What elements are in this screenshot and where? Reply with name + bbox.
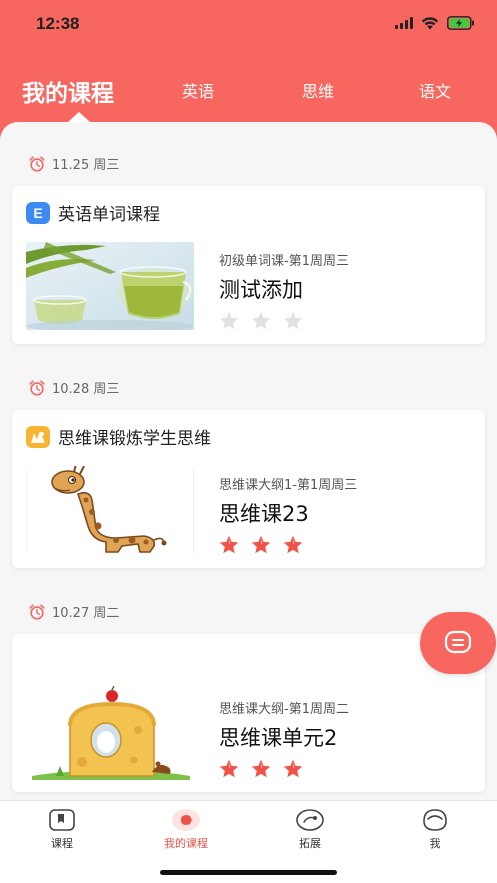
alarm-clock-icon bbox=[29, 379, 45, 396]
nav-expand-label: 拓展 bbox=[299, 837, 321, 850]
lesson-title: 测试添加 bbox=[219, 278, 303, 302]
star-empty-icon bbox=[251, 311, 271, 330]
star-empty-icon bbox=[219, 311, 239, 330]
lesson-title: 思维课单元2 bbox=[219, 726, 338, 750]
my-course-icon bbox=[172, 809, 200, 831]
star-filled-icon bbox=[219, 759, 239, 778]
star-filled-icon bbox=[283, 759, 303, 778]
nav-my-course-label: 我的课程 bbox=[164, 837, 208, 850]
course-icon bbox=[49, 809, 75, 831]
session-date: 10.28 周三 bbox=[28, 378, 119, 397]
lesson-card[interactable]: 思维课锻炼学生思维 思维课大纲1-第1周周三 思维课23 bbox=[12, 410, 485, 568]
star-filled-icon bbox=[219, 535, 239, 554]
expand-icon bbox=[296, 809, 324, 831]
tab-chinese[interactable]: 语文 bbox=[419, 78, 451, 102]
tab-english[interactable]: 英语 bbox=[182, 78, 214, 102]
tab-bar: 我的课程 英语 思维 语文 bbox=[0, 64, 497, 114]
lesson-card[interactable]: 思维课大纲-第1周周二 思维课单元2 bbox=[12, 634, 485, 792]
course-title: 思维课锻炼学生思维 bbox=[58, 429, 211, 449]
giraffe-image bbox=[26, 466, 193, 554]
signal-icon bbox=[395, 17, 413, 29]
lesson-title: 思维课23 bbox=[219, 502, 309, 526]
nav-profile[interactable]: 我 bbox=[390, 807, 480, 851]
nav-course-label: 课程 bbox=[51, 837, 73, 850]
alarm-clock-icon bbox=[29, 603, 45, 620]
course-header: 思维课锻炼学生思维 bbox=[26, 424, 211, 449]
status-bar: 12:38 bbox=[0, 0, 497, 48]
star-filled-icon bbox=[283, 535, 303, 554]
rating-stars bbox=[218, 758, 304, 780]
course-header: E 英语单词课程 bbox=[26, 200, 160, 225]
session-date: 11.25 周三 bbox=[28, 154, 119, 173]
thinking-course-icon bbox=[26, 425, 50, 448]
rating-stars bbox=[218, 534, 304, 556]
status-time: 12:38 bbox=[36, 14, 80, 33]
session-date: 10.27 周二 bbox=[28, 602, 119, 621]
alarm-clock-icon bbox=[29, 155, 45, 172]
rating-stars bbox=[218, 310, 304, 332]
nav-my-course[interactable]: 我的课程 bbox=[141, 807, 231, 851]
tab-active-indicator bbox=[68, 112, 90, 122]
tab-thinking[interactable]: 思维 bbox=[302, 78, 334, 102]
session-date-text: 11.25 周三 bbox=[52, 158, 120, 173]
lesson-thumbnail bbox=[26, 686, 194, 782]
battery-icon bbox=[447, 16, 475, 30]
nav-profile-label: 我 bbox=[429, 837, 441, 850]
session-date-text: 10.28 周三 bbox=[52, 382, 120, 397]
star-filled-icon bbox=[251, 535, 271, 554]
lesson-thumbnail bbox=[26, 466, 194, 554]
session-date-text: 10.27 周二 bbox=[52, 606, 120, 621]
nav-course[interactable]: 课程 bbox=[17, 807, 107, 851]
lesson-card[interactable]: E 英语单词课程 初级单词课-第1周周三 测试添加 bbox=[12, 186, 485, 344]
lesson-subtitle: 思维课大纲-第1周周二 bbox=[219, 702, 349, 717]
lesson-thumbnail bbox=[26, 242, 194, 330]
lesson-subtitle: 初级单词课-第1周周三 bbox=[219, 254, 349, 269]
cheese-house-image bbox=[26, 686, 194, 782]
profile-icon bbox=[423, 809, 447, 831]
chat-icon bbox=[444, 630, 472, 654]
chat-button[interactable] bbox=[420, 612, 496, 674]
star-empty-icon bbox=[283, 311, 303, 330]
course-list[interactable]: 11.25 周三 E 英语单词课程 初级单词课-第1周周三 测试添加 10.28… bbox=[0, 122, 497, 802]
status-icons bbox=[395, 16, 475, 30]
english-course-icon: E bbox=[26, 201, 50, 224]
nav-expand[interactable]: 拓展 bbox=[265, 807, 355, 851]
home-indicator bbox=[160, 870, 337, 875]
course-title: 英语单词课程 bbox=[58, 205, 160, 225]
green-tea-image bbox=[26, 242, 194, 330]
tab-my-course[interactable]: 我的课程 bbox=[22, 74, 114, 108]
star-filled-icon bbox=[251, 759, 271, 778]
wifi-icon bbox=[421, 16, 439, 30]
lesson-subtitle: 思维课大纲1-第1周周三 bbox=[219, 478, 358, 493]
